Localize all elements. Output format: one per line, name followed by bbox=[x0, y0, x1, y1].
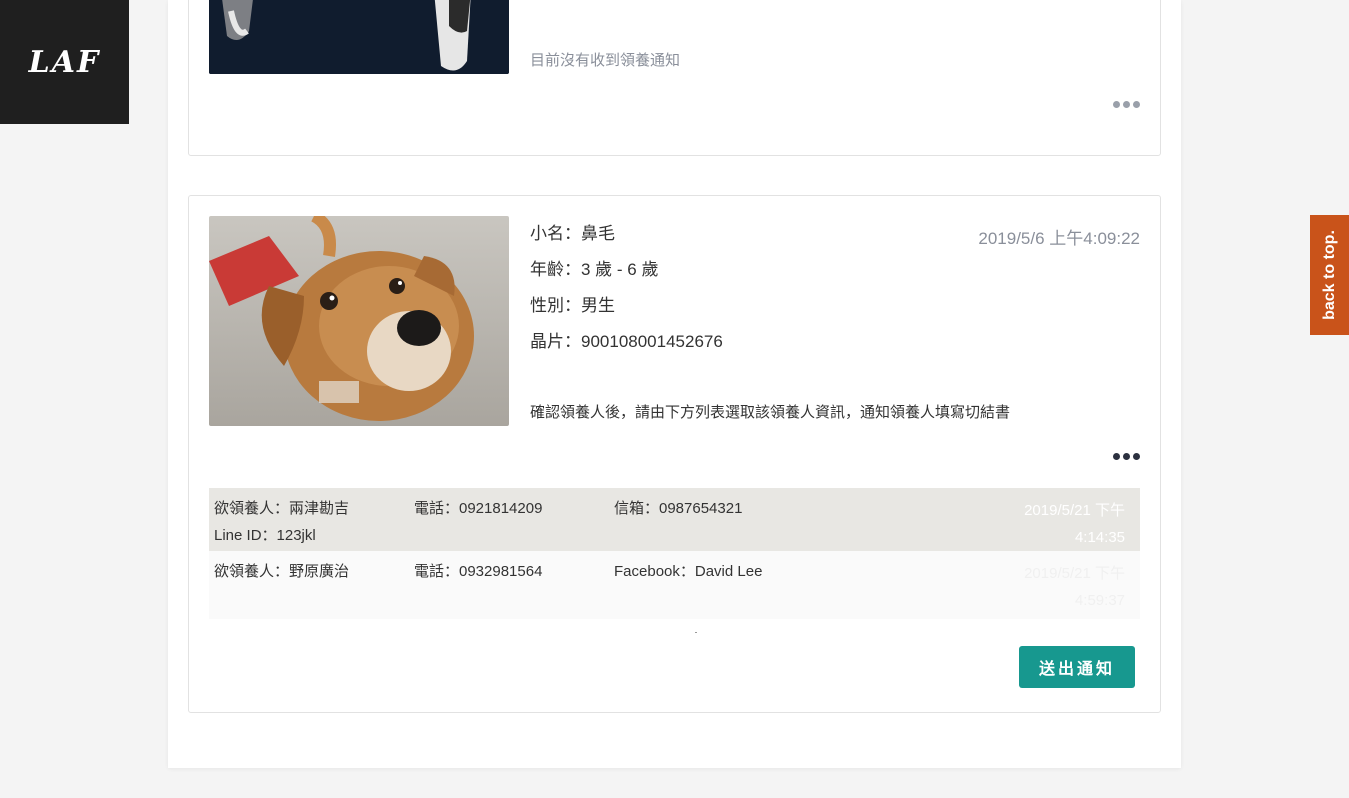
pet-name: 鼻毛 bbox=[581, 224, 615, 243]
posted-timestamp: 2019/5/6 上午4:09:22 bbox=[978, 229, 1140, 248]
applicant-row[interactable]: 欲領養人：兩津勘吉 電話：0921814209 信箱：0987654321 Li… bbox=[209, 488, 1140, 551]
cat-photo-icon bbox=[209, 0, 509, 74]
applicant-phone: 電話：0932981564 bbox=[414, 563, 543, 580]
dog-photo-icon bbox=[209, 216, 509, 426]
pet-card: 小名：鼻毛 年齡：3 歲 - 6 歲 性別：男生 晶片：900108001452… bbox=[188, 195, 1161, 713]
pet-age-row: 年齡：3 歲 - 6 歲 bbox=[530, 260, 723, 296]
field-label: 小名： bbox=[530, 224, 581, 243]
send-notice-button[interactable]: 送出通知 bbox=[1019, 646, 1135, 688]
applicant-list: 欲領養人：兩津勘吉 電話：0921814209 信箱：0987654321 Li… bbox=[209, 488, 1140, 619]
pet-photo-previous[interactable] bbox=[209, 0, 509, 74]
back-to-top-label: back to top. bbox=[1320, 230, 1338, 320]
applicant-contact: 信箱：0987654321 bbox=[614, 500, 743, 517]
applicant-extra: Line ID：123jkl bbox=[214, 527, 316, 544]
more-options-icon[interactable] bbox=[1113, 453, 1140, 460]
pet-chip: 900108001452676 bbox=[581, 332, 723, 351]
applicant-contact: Facebook：David Lee bbox=[614, 563, 763, 580]
applicant-phone: 電話：0921814209 bbox=[414, 500, 543, 517]
applicant-name: 欲領養人：野原廣治 bbox=[214, 563, 350, 580]
main-panel: 目前沒有收到領養通知 小名：鼻毛 年齡：3 歲 - 6 歲 性別：男生 晶片：9… bbox=[168, 0, 1181, 768]
field-label: 晶片： bbox=[530, 332, 581, 351]
instruction-text: 確認領養人後，請由下方列表選取該領養人資訊，通知領養人填寫切結書 bbox=[530, 404, 1011, 421]
applicant-time-date: 2019/5/21 下午 bbox=[1024, 502, 1125, 519]
field-label: 年齡： bbox=[530, 260, 581, 279]
applicant-name: 欲領養人：兩津勘吉 bbox=[214, 500, 350, 517]
logo[interactable]: LAF bbox=[0, 0, 129, 124]
pet-chip-row: 晶片：900108001452676 bbox=[530, 332, 723, 368]
pet-card-previous: 目前沒有收到領養通知 bbox=[188, 0, 1161, 156]
field-label: 性別： bbox=[530, 296, 581, 315]
pet-name-row: 小名：鼻毛 bbox=[530, 224, 723, 260]
pet-info: 小名：鼻毛 年齡：3 歲 - 6 歲 性別：男生 晶片：900108001452… bbox=[530, 224, 723, 368]
back-to-top-button[interactable]: back to top. bbox=[1310, 215, 1349, 335]
applicant-time: 2019/5/21 下午 4:14:35 bbox=[985, 497, 1125, 551]
no-notice-text: 目前沒有收到領養通知 bbox=[530, 52, 681, 69]
applicant-row[interactable]: 欲領養人：野原廣治 電話：0932981564 Facebook：David L… bbox=[209, 551, 1140, 619]
applicant-time-clock: 4:59:37 bbox=[1074, 592, 1125, 609]
applicant-time-date: 2019/5/21 下午 bbox=[1024, 565, 1125, 582]
divider bbox=[695, 632, 697, 633]
applicant-time: 2019/5/21 下午 4:59:37 bbox=[985, 560, 1125, 614]
pet-gender: 男生 bbox=[581, 296, 615, 315]
pet-photo[interactable] bbox=[209, 216, 509, 426]
applicant-time-clock: 4:14:35 bbox=[1074, 529, 1125, 546]
pet-age: 3 歲 - 6 歲 bbox=[581, 260, 659, 279]
pet-gender-row: 性別：男生 bbox=[530, 296, 723, 332]
more-options-icon[interactable] bbox=[1113, 101, 1140, 108]
